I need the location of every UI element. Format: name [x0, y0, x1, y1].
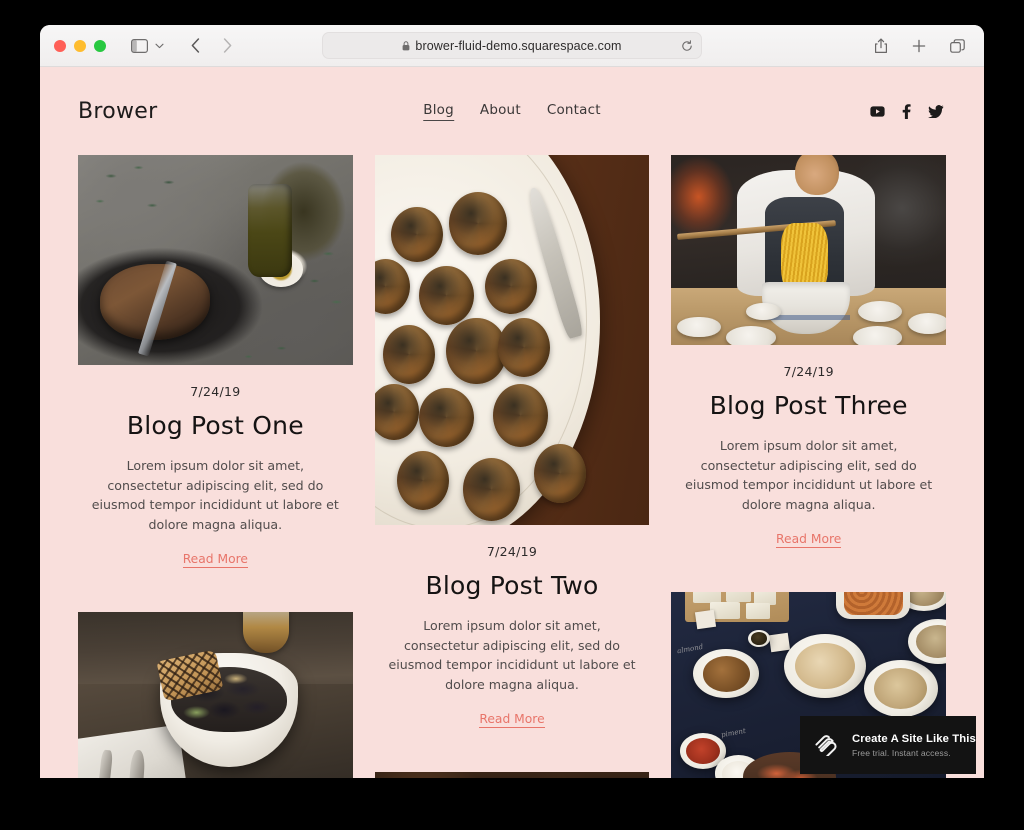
site-logo[interactable]: Brower [78, 99, 158, 124]
tabs-icon[interactable] [944, 34, 970, 58]
post-title[interactable]: Blog Post Two [381, 571, 644, 600]
grid-column-2: 7/24/19 Blog Post Two Lorem ipsum dolor … [374, 155, 650, 778]
oil-dish [259, 251, 304, 288]
read-more-link[interactable]: Read More [479, 712, 545, 729]
share-icon[interactable] [868, 34, 894, 58]
post-title[interactable]: Blog Post One [84, 411, 347, 440]
url-text: brower-fluid-demo.squarespace.com [415, 38, 622, 53]
nav-link-contact[interactable]: Contact [547, 102, 601, 120]
plus-icon[interactable] [906, 34, 932, 58]
grid-column-1: 7/24/19 Blog Post One Lorem ipsum dolor … [78, 155, 353, 778]
grid-column-3: 7/24/19 Blog Post Three Lorem ipsum dolo… [671, 155, 947, 778]
minimize-window-button[interactable] [74, 39, 86, 52]
label-tag [769, 632, 791, 653]
blog-post-card[interactable]: 7/24/19 Blog Post One Lorem ipsum dolor … [78, 155, 353, 569]
promo-text: Create A Site Like This Free trial. Inst… [852, 733, 976, 758]
maximize-window-button[interactable] [94, 39, 106, 52]
post-thumbnail[interactable] [374, 155, 650, 525]
mussels-bowl-photo [78, 612, 353, 778]
post-thumbnail[interactable] [78, 612, 353, 778]
promo-subtitle: Free trial. Instant access. [852, 747, 951, 758]
post-excerpt: Lorem ipsum dolor sit amet, consectetur … [91, 458, 339, 532]
blog-grid: 7/24/19 Blog Post One Lorem ipsum dolor … [40, 155, 984, 778]
read-more-link[interactable]: Read More [776, 532, 842, 549]
side-dishes [671, 155, 947, 345]
blog-post-card[interactable]: 7/24/19 Blog Post Two Lorem ipsum dolor … [374, 155, 650, 729]
crackers-tray [836, 592, 911, 619]
escargot-plate-photo [374, 155, 650, 525]
bread-olive-oil-photo [78, 155, 353, 365]
post-title[interactable]: Blog Post Three [677, 391, 940, 420]
site-header: Brower Blog About Contact [40, 67, 984, 155]
wine-glass [242, 612, 290, 654]
dark-food-photo [374, 772, 650, 778]
post-date: 7/24/19 [190, 384, 241, 399]
post-excerpt: Lorem ipsum dolor sit amet, consectetur … [685, 438, 933, 512]
read-more-link[interactable]: Read More [182, 552, 248, 569]
post-thumbnail[interactable] [78, 155, 353, 365]
escargot-shells [374, 155, 650, 525]
promo-title: Create A Site Like This [852, 732, 976, 745]
post-excerpt: Lorem ipsum dolor sit amet, consectetur … [388, 618, 636, 692]
squarespace-logo-icon [814, 734, 840, 756]
reload-icon[interactable] [681, 39, 693, 52]
post-meta: 7/24/19 Blog Post Two Lorem ipsum dolor … [375, 525, 650, 729]
facebook-icon[interactable] [902, 103, 911, 119]
chef-noodles-photo [671, 155, 947, 345]
post-date: 7/24/19 [783, 364, 834, 379]
forward-button[interactable] [214, 34, 240, 58]
desktop-backdrop: brower-fluid-demo.squarespace.com Brower… [0, 0, 1024, 830]
olive-branches [78, 155, 353, 365]
post-meta: 7/24/19 Blog Post Three Lorem ipsum dolo… [671, 345, 946, 549]
label-tag [694, 609, 717, 630]
nav-link-blog[interactable]: Blog [423, 102, 454, 121]
social-links [870, 103, 944, 119]
sidebar-icon[interactable] [126, 34, 152, 58]
site-navigation: Blog About Contact [423, 102, 601, 121]
address-bar[interactable]: brower-fluid-demo.squarespace.com [322, 32, 702, 59]
blog-post-card[interactable] [374, 772, 650, 778]
nav-link-about[interactable]: About [480, 102, 521, 120]
youtube-icon[interactable] [870, 105, 885, 117]
twitter-icon[interactable] [928, 104, 944, 118]
post-thumbnail[interactable] [374, 772, 650, 778]
chevron-down-icon[interactable] [150, 34, 168, 58]
post-thumbnail[interactable] [671, 155, 947, 345]
post-date: 7/24/19 [486, 544, 538, 559]
toolbar-actions [868, 25, 970, 67]
crisps-bowl [863, 660, 938, 718]
window-controls [54, 39, 106, 52]
close-window-button[interactable] [54, 39, 66, 52]
blog-post-card[interactable] [78, 612, 353, 778]
page-viewport: Brower Blog About Contact 7/24/19 Blog P… [40, 67, 984, 778]
post-meta: 7/24/19 Blog Post One Lorem ipsum dolor … [78, 365, 353, 569]
lock-icon [402, 40, 410, 51]
blog-post-card[interactable]: 7/24/19 Blog Post Three Lorem ipsum dolo… [671, 155, 947, 549]
browser-toolbar: brower-fluid-demo.squarespace.com [40, 25, 984, 67]
squarespace-promo-banner[interactable]: Create A Site Like This Free trial. Inst… [800, 716, 976, 774]
browser-window: brower-fluid-demo.squarespace.com Brower… [40, 25, 984, 778]
back-button[interactable] [182, 34, 208, 58]
